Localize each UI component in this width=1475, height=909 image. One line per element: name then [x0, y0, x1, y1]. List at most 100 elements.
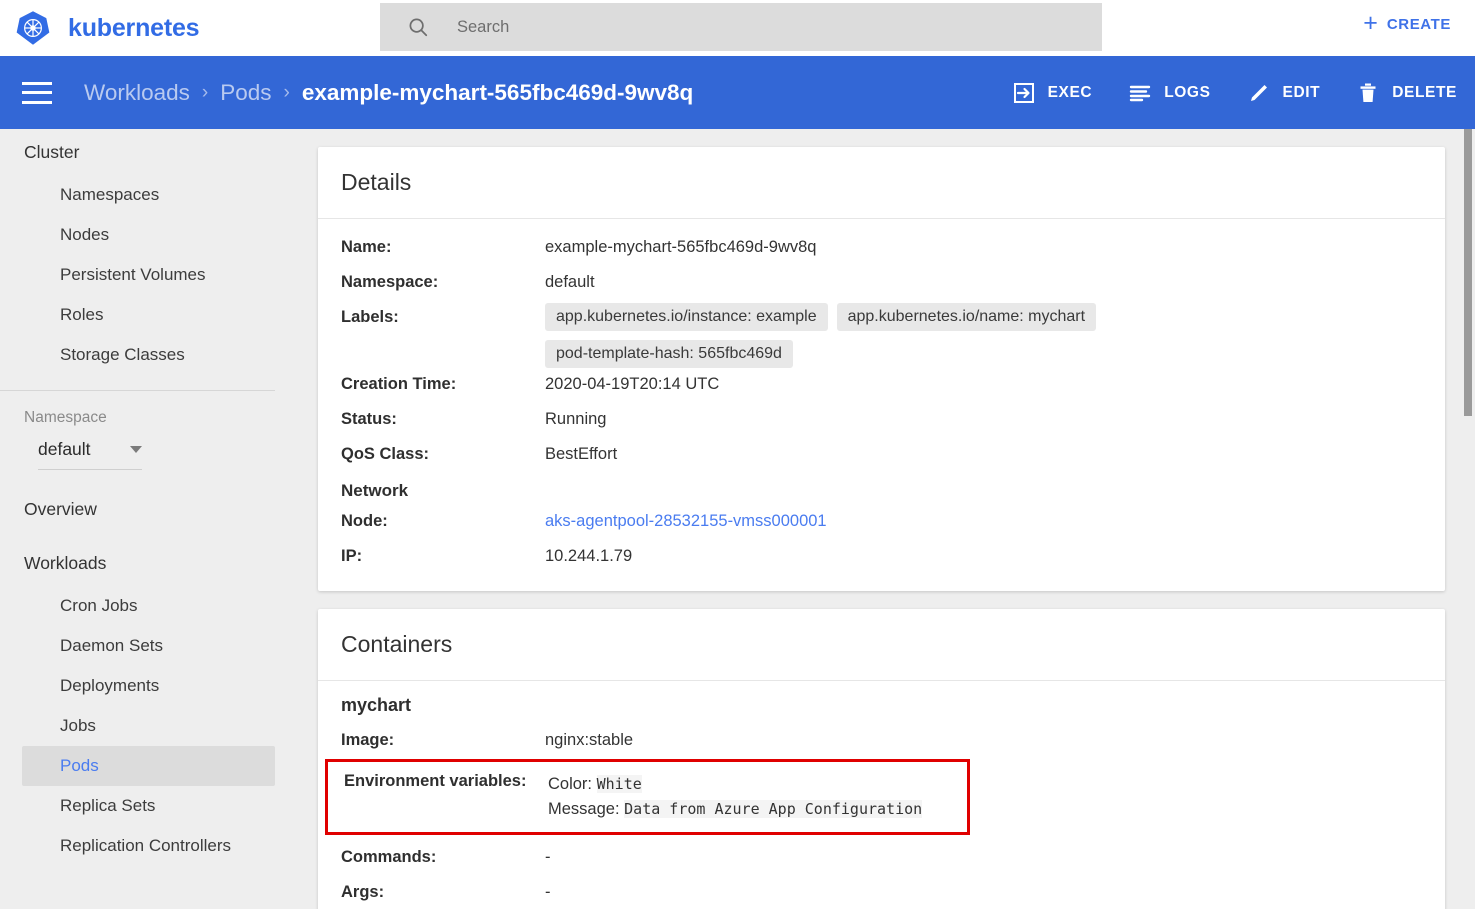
search-input[interactable]: Search [457, 18, 509, 37]
logs-button[interactable]: LOGS [1128, 81, 1210, 105]
breadcrumb-separator: › [201, 81, 209, 103]
containers-card-title: Containers [341, 631, 453, 657]
containers-card-body: mychart Image: nginx:stable Environment … [318, 681, 1445, 909]
header-actions: EXEC LOGS EDIT DELETE [976, 56, 1457, 129]
page-header-bar: Workloads › Pods › example-mychart-565fb… [0, 56, 1475, 129]
namespace-selector-value: default [38, 439, 91, 459]
sidebar-group-cluster[interactable]: Cluster [0, 129, 300, 175]
sidebar-item-cron-jobs[interactable]: Cron Jobs [22, 586, 275, 626]
detail-value-namespace: default [545, 273, 595, 291]
delete-trash-icon [1360, 83, 1376, 102]
edit-button-label: EDIT [1282, 83, 1321, 101]
container-label-env: Environment variables: [344, 772, 527, 790]
env-value-color: White [596, 775, 642, 793]
sidebar-item-jobs[interactable]: Jobs [22, 706, 275, 746]
detail-label-creation-time: Creation Time: [341, 375, 457, 393]
label-chip: pod-template-hash: 565fbc469d [545, 340, 793, 368]
sidebar-group-workloads[interactable]: Workloads [0, 540, 300, 586]
container-value-image: nginx:stable [545, 731, 634, 749]
detail-row-qos-class: QoS Class: BestEffort [318, 438, 1445, 473]
detail-value-creation-time: 2020-04-19T20:14 UTC [545, 375, 720, 393]
sidebar-item-storage-classes[interactable]: Storage Classes [22, 335, 275, 375]
cards-container: Details Name: example-mychart-565fbc469d… [300, 147, 1475, 909]
edit-button[interactable]: EDIT [1247, 81, 1321, 105]
main-content: Details Name: example-mychart-565fbc469d… [300, 129, 1475, 909]
container-label-commands: Commands: [341, 848, 437, 866]
logs-lines-icon [1130, 85, 1151, 101]
exec-button[interactable]: EXEC [1012, 81, 1093, 105]
detail-row-status: Status: Running [318, 403, 1445, 438]
container-row-args: Args: - [318, 876, 1445, 909]
kubernetes-logo-icon [16, 11, 50, 45]
delete-button-label: DELETE [1392, 83, 1457, 101]
detail-label-node: Node: [341, 512, 388, 530]
detail-row-name: Name: example-mychart-565fbc469d-9wv8q [318, 231, 1445, 266]
chevron-down-icon [130, 446, 142, 453]
label-chip-list: app.kubernetes.io/instance: example app.… [545, 301, 1245, 368]
env-key-color: Color: [548, 775, 593, 793]
vertical-scrollbar-track[interactable] [1460, 129, 1475, 909]
logs-button-label: LOGS [1164, 83, 1211, 101]
details-card: Details Name: example-mychart-565fbc469d… [318, 147, 1445, 591]
namespace-selector[interactable]: default [38, 439, 142, 470]
container-name: mychart [341, 695, 412, 715]
detail-label-namespace: Namespace: [341, 273, 439, 291]
container-row-image: Image: nginx:stable [318, 724, 1445, 759]
breadcrumb-item-workloads[interactable]: Workloads [84, 80, 190, 106]
detail-value-ip: 10.244.1.79 [545, 547, 633, 565]
sidebar-item-namespaces[interactable]: Namespaces [22, 175, 275, 215]
create-button[interactable]: + CREATE [1363, 9, 1451, 37]
sidebar-divider [0, 390, 275, 391]
containers-card-header: Containers [318, 609, 1445, 681]
namespace-selector-label: Namespace [24, 409, 107, 426]
detail-label-name: Name: [341, 238, 392, 256]
kubernetes-dashboard-page: kubernetes Search + CREATE Workloads › P… [0, 0, 1475, 909]
env-value-message: Data from Azure App Configuration [624, 800, 923, 818]
node-link[interactable]: aks-agentpool-28532155-vmss000001 [545, 505, 827, 531]
hamburger-menu-icon[interactable] [22, 81, 52, 104]
detail-label-status: Status: [341, 410, 397, 428]
edit-pencil-icon [1250, 84, 1267, 101]
sidebar-item-deployments[interactable]: Deployments [22, 666, 275, 706]
top-bar: kubernetes Search + CREATE [0, 0, 1475, 56]
sidebar-item-overview[interactable]: Overview [0, 486, 300, 532]
details-card-body: Name: example-mychart-565fbc469d-9wv8q N… [318, 219, 1445, 591]
environment-variable-item: Message: Data from Azure App Configurati… [548, 797, 923, 822]
search-icon [409, 18, 428, 37]
label-chip: app.kubernetes.io/instance: example [545, 303, 828, 331]
detail-row-labels: Labels: app.kubernetes.io/instance: exam… [318, 301, 1445, 368]
container-label-args: Args: [341, 883, 385, 901]
create-button-label: CREATE [1386, 16, 1451, 33]
container-value-commands: - [545, 848, 551, 866]
vertical-scrollbar-thumb[interactable] [1464, 129, 1472, 416]
sidebar-item-nodes[interactable]: Nodes [22, 215, 275, 255]
env-key-message: Message: [548, 800, 620, 818]
sidebar-item-daemon-sets[interactable]: Daemon Sets [22, 626, 275, 666]
brand-area[interactable]: kubernetes [14, 9, 200, 47]
container-value-args: - [545, 883, 551, 901]
sidebar-item-roles[interactable]: Roles [22, 295, 275, 335]
container-row-env: Environment variables: Color: White Mess… [328, 770, 967, 822]
detail-row-creation-time: Creation Time: 2020-04-19T20:14 UTC [318, 368, 1445, 403]
delete-button[interactable]: DELETE [1356, 81, 1457, 105]
breadcrumb-item-pods[interactable]: Pods [220, 80, 271, 106]
sidebar-item-replica-sets[interactable]: Replica Sets [22, 786, 275, 826]
brand-title: kubernetes [68, 13, 200, 42]
detail-row-node: Node: aks-agentpool-28532155-vmss000001 [318, 505, 1445, 540]
details-card-header: Details [318, 147, 1445, 219]
sidebar-item-replication-controllers[interactable]: Replication Controllers [22, 826, 275, 866]
plus-icon: + [1363, 9, 1378, 37]
sidebar-nav: Cluster Namespaces Nodes Persistent Volu… [0, 129, 300, 909]
sidebar-item-persistent-volumes[interactable]: Persistent Volumes [22, 255, 275, 295]
containers-card: Containers mychart Image: nginx:stable E… [318, 609, 1445, 909]
breadcrumb-separator: › [283, 81, 290, 103]
container-label-image: Image: [341, 731, 395, 749]
breadcrumb: Workloads › Pods › example-mychart-565fb… [84, 80, 693, 106]
label-chip: app.kubernetes.io/name: mychart [836, 303, 1097, 331]
detail-value-name: example-mychart-565fbc469d-9wv8q [545, 238, 817, 256]
environment-variable-item: Color: White [548, 772, 922, 797]
search-bar[interactable]: Search [380, 3, 1102, 51]
environment-variables-highlight: Environment variables: Color: White Mess… [325, 759, 970, 835]
exec-terminal-icon [1013, 82, 1034, 103]
sidebar-item-pods[interactable]: Pods [22, 746, 275, 786]
